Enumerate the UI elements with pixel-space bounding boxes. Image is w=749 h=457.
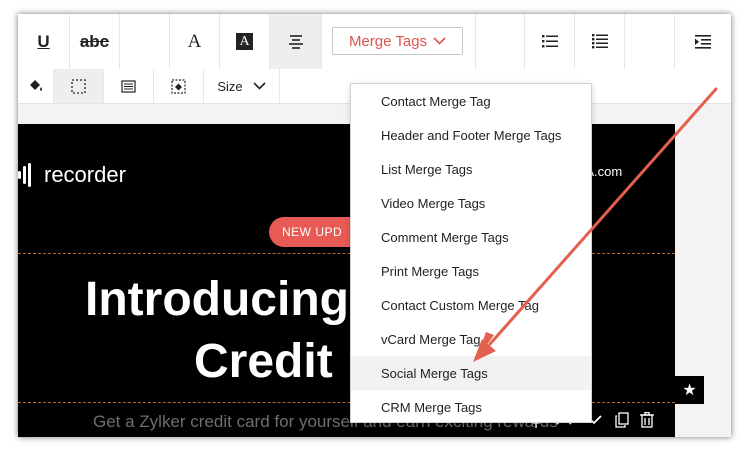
editor-window: U abc A A Merge Tags Size recorder KEA.c… <box>18 14 731 437</box>
annotation-arrow <box>473 87 718 362</box>
